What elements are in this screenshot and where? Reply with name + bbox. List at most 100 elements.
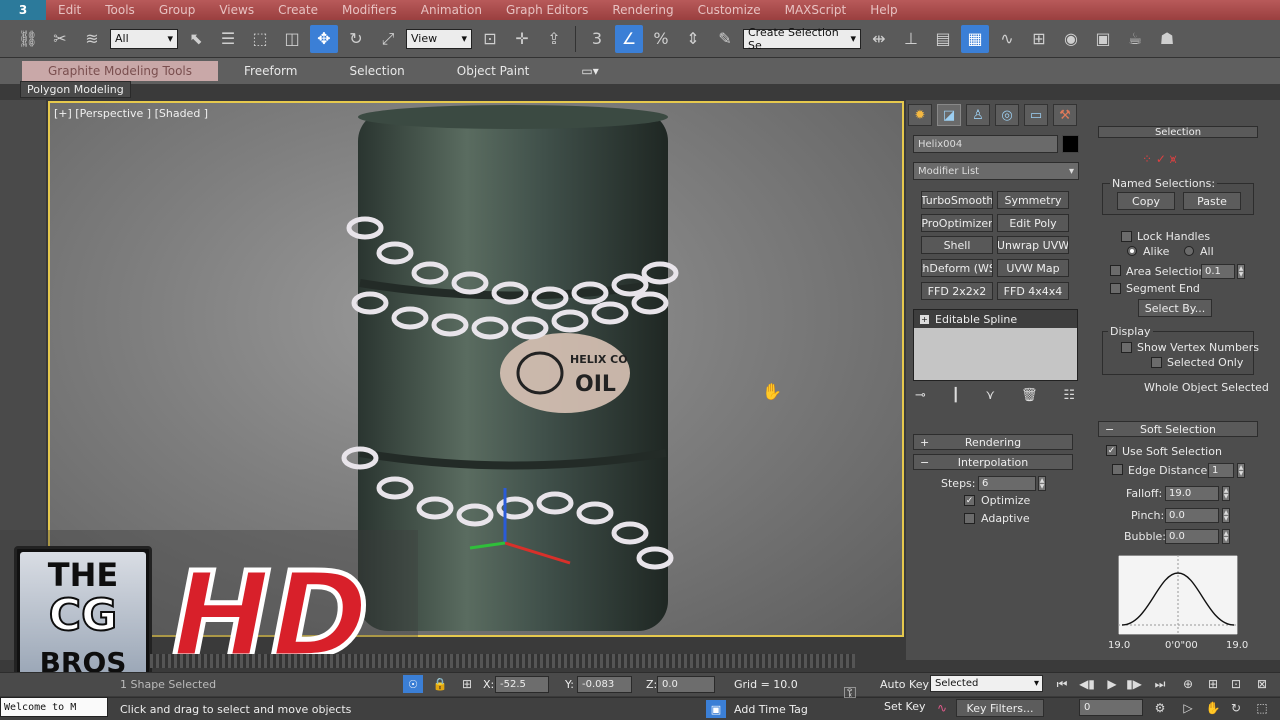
modifier-stack[interactable]: + Editable Spline xyxy=(913,309,1078,381)
link-icon[interactable]: ⛓ xyxy=(14,25,42,53)
zoom-extents-icon[interactable]: ⊡ xyxy=(1226,675,1246,693)
menu-edit[interactable]: Edit xyxy=(46,3,93,17)
symmetry-button[interactable]: Symmetry xyxy=(997,191,1069,209)
menu-tools[interactable]: Tools xyxy=(93,3,147,17)
absolute-mode-icon[interactable]: ⊞ xyxy=(457,675,477,693)
rendered-frame-icon[interactable]: ☕ xyxy=(1121,25,1149,53)
use-soft-selection-checkbox[interactable]: ✓ xyxy=(1106,445,1117,456)
zoom-icon[interactable]: ⊕ xyxy=(1178,675,1198,693)
set-key-mode-icon[interactable]: ⚿ xyxy=(840,683,860,702)
object-name-field[interactable]: Helix004 xyxy=(913,135,1058,153)
lock-handles-checkbox[interactable] xyxy=(1121,231,1132,242)
pinch-spinner[interactable]: 0.0 xyxy=(1165,508,1219,523)
menu-group[interactable]: Group xyxy=(147,3,208,17)
modify-tab-icon[interactable]: ◪ xyxy=(937,104,961,126)
menu-views[interactable]: Views xyxy=(207,3,266,17)
manipulate-icon[interactable]: ✛ xyxy=(508,25,536,53)
steps-spinner[interactable]: 6 xyxy=(978,476,1036,491)
angle-snap-icon[interactable]: ∠ xyxy=(615,24,643,53)
previous-frame-icon[interactable]: ◀▮ xyxy=(1077,675,1097,693)
layer-manager-icon[interactable]: ▤ xyxy=(929,25,957,53)
select-and-move-icon[interactable]: ✥ xyxy=(310,24,338,53)
ribbon-options-icon[interactable]: ▭▾ xyxy=(555,61,624,81)
alike-radio[interactable] xyxy=(1127,246,1137,256)
y-coordinate-field[interactable]: -0.083 xyxy=(577,676,632,693)
utilities-tab-icon[interactable]: ⚒ xyxy=(1053,104,1077,126)
current-frame-field[interactable]: 0 xyxy=(1079,699,1143,716)
prooptimizer-button[interactable]: ProOptimizer xyxy=(921,214,993,232)
rectangle-selection-icon[interactable]: ⬚ xyxy=(246,25,274,53)
go-to-end-icon[interactable]: ⏭ xyxy=(1150,675,1170,693)
named-selection-sets-dropdown[interactable]: Create Selection Se ▾ xyxy=(743,26,861,52)
area-selection-spinner[interactable]: 0.1 xyxy=(1201,264,1235,279)
snap-toggle-icon[interactable]: 3 xyxy=(583,25,611,53)
render-setup-icon[interactable]: ▣ xyxy=(1089,25,1117,53)
menu-modifiers[interactable]: Modifiers xyxy=(330,3,409,17)
graphite-toggle-icon[interactable]: ▦ xyxy=(961,24,989,53)
turbosmooth-button[interactable]: TurboSmooth xyxy=(921,191,993,209)
pinch-spinner-arrows[interactable]: ▲ ▼ xyxy=(1222,508,1230,523)
area-selection-checkbox[interactable] xyxy=(1110,265,1121,276)
copy-button[interactable]: Copy xyxy=(1117,192,1175,210)
app-logo[interactable]: 3 xyxy=(0,0,46,20)
timeline-track[interactable] xyxy=(150,654,855,668)
stack-item-editable-spline[interactable]: + Editable Spline xyxy=(914,310,1077,328)
maximize-viewport-icon[interactable]: ⬚ xyxy=(1252,699,1272,717)
field-of-view-icon[interactable]: ▷ xyxy=(1178,699,1198,717)
next-frame-icon[interactable]: ▮▶ xyxy=(1124,675,1144,693)
polygon-modeling-panel[interactable]: Polygon Modeling xyxy=(20,81,131,98)
falloff-spinner-arrows[interactable]: ▲ ▼ xyxy=(1222,486,1230,501)
shell-button[interactable]: Shell xyxy=(921,236,993,254)
add-time-tag[interactable]: Add Time Tag xyxy=(734,703,808,716)
show-vertex-numbers-checkbox[interactable] xyxy=(1121,342,1132,353)
selection-level-icons[interactable]: ⁘ ✓ ⩙ xyxy=(1142,152,1177,167)
material-editor-icon[interactable]: ◉ xyxy=(1057,25,1085,53)
x-coordinate-field[interactable]: -52.5 xyxy=(495,676,549,693)
keyboard-shortcut-icon[interactable]: ⇪ xyxy=(540,25,568,53)
tab-freeform[interactable]: Freeform xyxy=(218,61,323,81)
mirror-icon[interactable]: ⇹ xyxy=(865,25,893,53)
auto-key-button[interactable]: Auto Key xyxy=(880,678,929,691)
edit-poly-button[interactable]: Edit Poly xyxy=(997,214,1069,232)
menu-help[interactable]: Help xyxy=(858,3,909,17)
spinner-snap-icon[interactable]: ⇕ xyxy=(679,25,707,53)
ffd-2x2x2-button[interactable]: FFD 2x2x2 xyxy=(921,282,993,300)
pathdeform-button[interactable]: thDeform (WS xyxy=(921,259,993,277)
hierarchy-tab-icon[interactable]: ♙ xyxy=(966,104,990,126)
time-tag-icon[interactable]: ▣ xyxy=(706,700,726,718)
select-object-icon[interactable]: ⬉ xyxy=(182,25,210,53)
expand-icon[interactable]: + xyxy=(920,314,929,324)
unlink-icon[interactable]: ✂ xyxy=(46,25,74,53)
falloff-spinner[interactable]: 19.0 xyxy=(1165,486,1219,501)
display-tab-icon[interactable]: ▭ xyxy=(1024,104,1048,126)
selection-rollout[interactable]: Selection xyxy=(1098,126,1258,138)
unwrap-uvw-button[interactable]: Unwrap UVW xyxy=(997,236,1069,254)
zoom-extents-all-icon[interactable]: ⊠ xyxy=(1252,675,1272,693)
schematic-view-icon[interactable]: ⊞ xyxy=(1025,25,1053,53)
window-crossing-icon[interactable]: ◫ xyxy=(278,25,306,53)
soft-selection-rollout[interactable]: − Soft Selection xyxy=(1098,421,1258,437)
key-mode-dropdown[interactable]: Selected ▾ xyxy=(930,675,1043,692)
motion-tab-icon[interactable]: ◎ xyxy=(995,104,1019,126)
percent-snap-icon[interactable]: % xyxy=(647,25,675,53)
object-color-swatch[interactable] xyxy=(1062,135,1079,153)
remove-modifier-icon[interactable]: 🗑 xyxy=(1021,388,1038,406)
selected-only-checkbox[interactable] xyxy=(1151,357,1162,368)
zoom-all-icon[interactable]: ⊞ xyxy=(1203,675,1223,693)
make-unique-icon[interactable]: ⋎ xyxy=(986,388,996,406)
pivot-center-icon[interactable]: ⊡ xyxy=(476,25,504,53)
edge-spinner-arrows[interactable]: ▲ ▼ xyxy=(1237,463,1245,478)
orbit-icon[interactable]: ↻ xyxy=(1226,699,1246,717)
maxscript-listener[interactable]: Welcome to M xyxy=(0,697,108,717)
all-radio[interactable] xyxy=(1184,246,1194,256)
tab-selection[interactable]: Selection xyxy=(323,61,430,81)
key-tangent-icon[interactable]: ∿ xyxy=(932,699,952,717)
render-production-icon[interactable]: ☗ xyxy=(1153,25,1181,53)
bubble-spinner-arrows[interactable]: ▲ ▼ xyxy=(1222,529,1230,544)
adaptive-checkbox[interactable] xyxy=(964,513,975,524)
paste-button[interactable]: Paste xyxy=(1183,192,1241,210)
select-by-button[interactable]: Select By... xyxy=(1138,299,1212,317)
area-spinner-arrows[interactable]: ▲ ▼ xyxy=(1237,264,1245,279)
z-coordinate-field[interactable]: 0.0 xyxy=(657,676,715,693)
edge-distance-checkbox[interactable] xyxy=(1112,464,1123,475)
